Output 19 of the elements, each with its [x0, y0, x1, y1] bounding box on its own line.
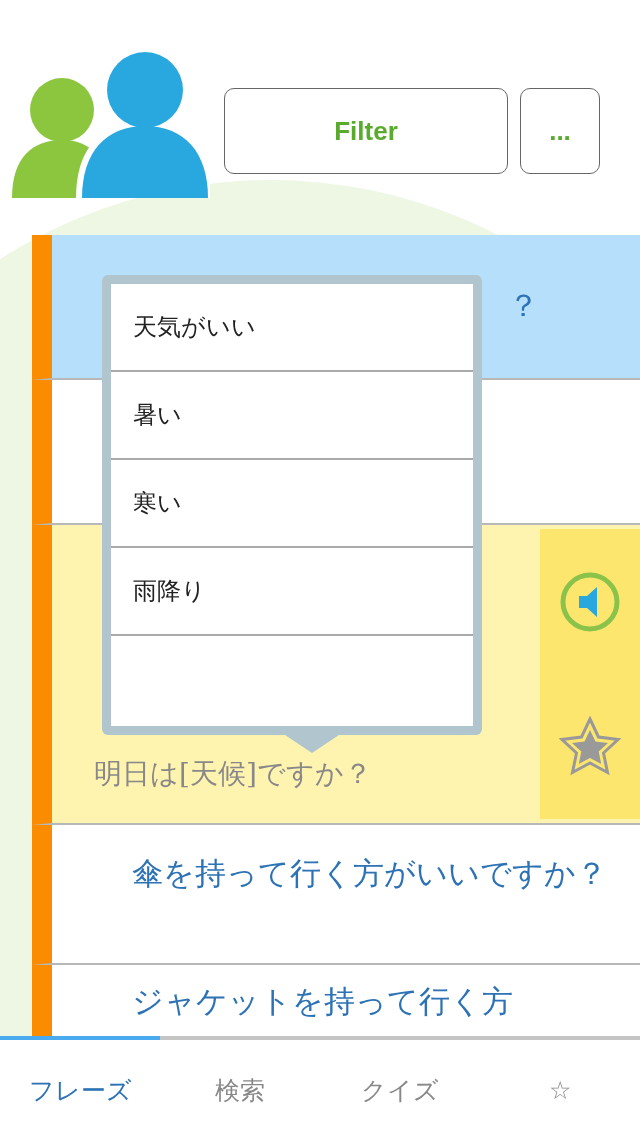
example-sentence: 明日は[天候]ですか？: [94, 756, 372, 792]
suggestion-item[interactable]: 寒い: [111, 460, 473, 548]
suggestion-item[interactable]: 雨降り: [111, 548, 473, 636]
suggestion-item[interactable]: 天気がいい: [111, 284, 473, 372]
filter-button[interactable]: Filter: [224, 88, 508, 174]
phrase-text: ジャケットを持って行く方: [131, 982, 514, 1021]
tab[interactable]: クイズ: [320, 1036, 480, 1136]
phrase-row[interactable]: 傘を持って行く方がいいですか？: [32, 825, 640, 965]
people-icon: [10, 52, 210, 198]
tab[interactable]: ☆: [480, 1036, 640, 1136]
phrase-text: 傘を持って行く方がいいですか？: [131, 854, 608, 893]
more-button[interactable]: ...: [520, 88, 600, 174]
phrase-text: ？: [508, 286, 539, 325]
phrase-row[interactable]: ジャケットを持って行く方: [32, 965, 640, 1038]
tab[interactable]: フレーズ: [0, 1036, 160, 1136]
star-icon[interactable]: [559, 715, 621, 778]
tab[interactable]: 検索: [160, 1036, 320, 1136]
suggestion-item[interactable]: 暑い: [111, 372, 473, 460]
speaker-icon[interactable]: [559, 570, 621, 633]
